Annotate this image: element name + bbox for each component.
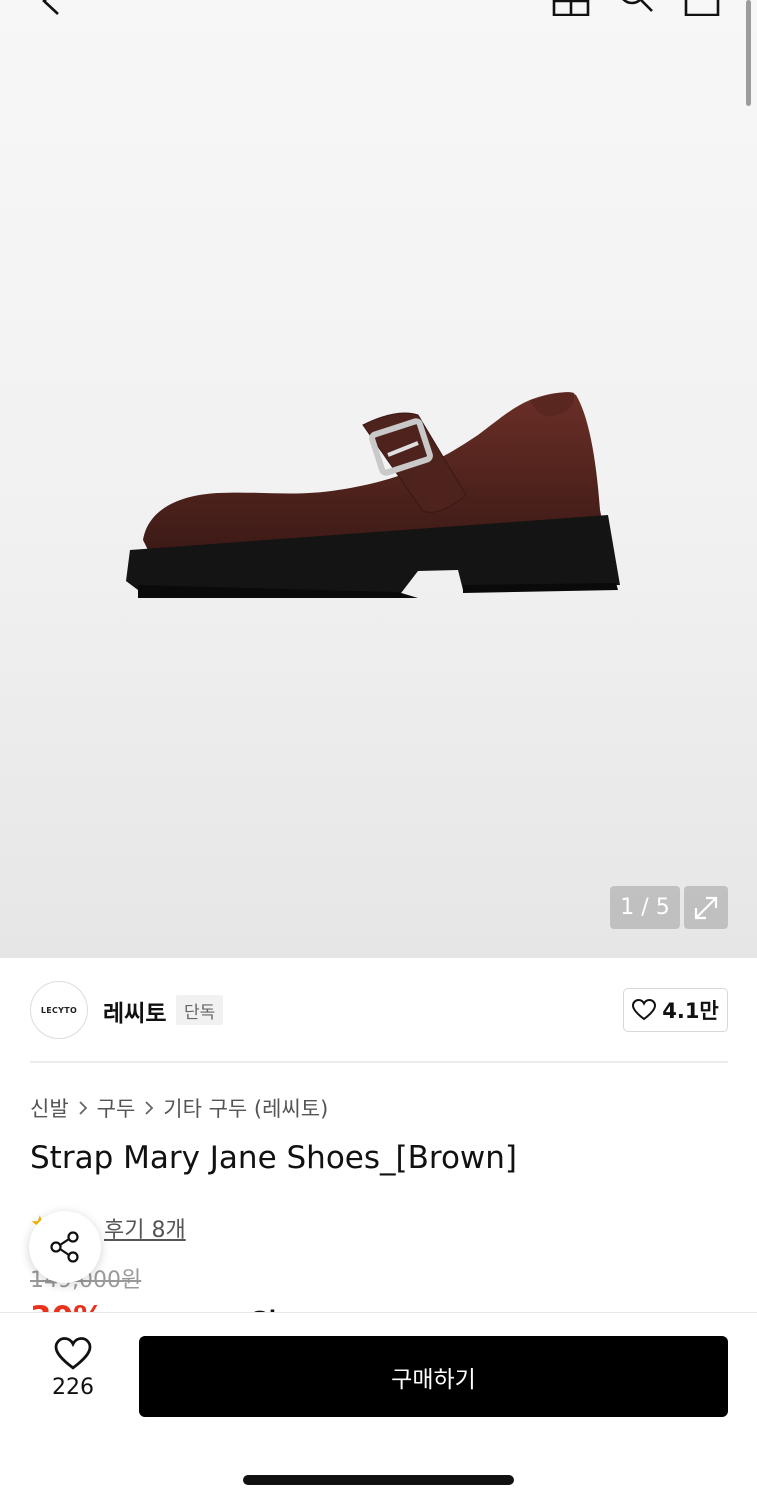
breadcrumb-item[interactable]: 구두 xyxy=(97,1093,136,1123)
wishlist-button[interactable]: 226 xyxy=(32,1337,114,1413)
section-divider xyxy=(30,1061,728,1063)
breadcrumb-item[interactable]: 신발 xyxy=(30,1093,69,1123)
brand-like-count: 4.1만 xyxy=(662,999,719,1023)
share-icon xyxy=(50,1231,79,1263)
page-counter-label: 1 / 5 xyxy=(620,895,670,920)
chevron-right-icon xyxy=(78,1101,88,1115)
brand-like-button[interactable]: 4.1만 xyxy=(623,988,728,1032)
home-icon[interactable] xyxy=(552,0,590,20)
reviews-link[interactable]: 후기 8개 xyxy=(104,1212,186,1244)
heart-icon xyxy=(54,1337,92,1370)
buy-button[interactable]: 구매하기 xyxy=(139,1336,728,1417)
breadcrumb: 신발 구두 기타 구두 (레씨토) xyxy=(30,1093,328,1123)
product-title: Strap Mary Jane Shoes_[Brown] xyxy=(30,1140,518,1176)
chevron-right-icon xyxy=(144,1101,154,1115)
wishlist-count: 226 xyxy=(52,1375,94,1400)
search-icon[interactable] xyxy=(617,0,655,20)
back-icon[interactable] xyxy=(38,0,64,20)
bottom-action-bar: 226 구매하기 xyxy=(0,1312,757,1500)
breadcrumb-item[interactable]: 기타 구두 (레씨토) xyxy=(163,1093,328,1123)
exclusive-badge: 단독 xyxy=(176,995,224,1025)
cart-icon[interactable] xyxy=(683,0,721,20)
heart-icon xyxy=(632,999,657,1021)
product-shoe-image xyxy=(126,392,620,598)
top-navigation-bar xyxy=(0,0,757,20)
image-page-counter: 1 / 5 xyxy=(610,886,680,929)
home-indicator[interactable] xyxy=(243,1475,514,1485)
brand-logo[interactable]: LECYTO xyxy=(30,981,88,1039)
product-image-gallery[interactable]: 1 / 5 xyxy=(0,0,757,958)
scrollbar[interactable] xyxy=(746,0,751,106)
brand-logo-text: LECYTO xyxy=(40,1005,78,1015)
expand-image-button[interactable] xyxy=(684,886,728,929)
expand-icon xyxy=(694,896,718,919)
share-button[interactable] xyxy=(29,1211,101,1283)
brand-name[interactable]: 레씨토 xyxy=(103,994,166,1028)
